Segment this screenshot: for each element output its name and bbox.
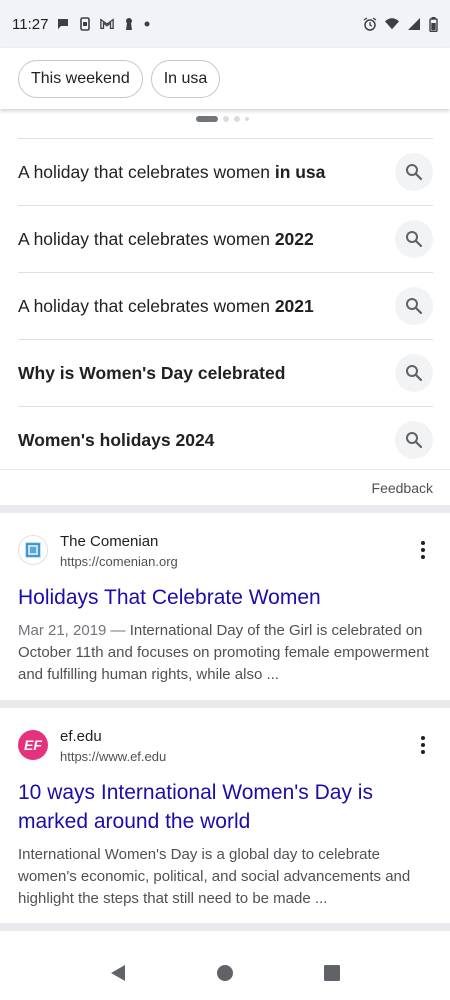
site-favicon — [18, 535, 48, 565]
back-icon[interactable] — [109, 964, 127, 982]
home-icon[interactable] — [216, 964, 234, 982]
related-search-bold: Why is Women's Day celebrated — [18, 362, 286, 383]
result-title-link[interactable]: Holidays That Celebrate Women — [18, 583, 433, 612]
result-title-link[interactable]: 10 ways International Women's Day is mar… — [18, 778, 433, 836]
page-dot — [245, 117, 249, 121]
feedback-link[interactable]: Feedback — [372, 480, 433, 496]
result-snippet: Mar 21, 2019 — International Day of the … — [18, 620, 433, 686]
result-site-row[interactable]: EF ef.edu https://www.ef.edu — [18, 727, 433, 766]
related-search-normal: A holiday that celebrates women — [18, 295, 275, 316]
page-dot-active — [196, 116, 218, 122]
related-searches: A holiday that celebrates women in usa A… — [18, 138, 433, 473]
search-result: The Comenian https://comenian.org Holida… — [18, 532, 433, 686]
refinement-chips-bar: This weekend In usa — [0, 48, 450, 109]
phone-file-icon — [80, 17, 91, 31]
related-search-bold: 2021 — [274, 295, 314, 316]
site-name: The Comenian — [60, 533, 159, 550]
carousel-page-indicator — [196, 116, 249, 122]
status-left: 11:27 — [12, 16, 150, 33]
dot-icon — [144, 21, 150, 27]
keyhole-icon — [126, 18, 133, 30]
related-search-text: Women's holidays 2024 — [18, 430, 214, 451]
gmail-icon — [100, 18, 115, 30]
alarm-icon — [363, 17, 377, 31]
section-divider — [0, 700, 450, 708]
search-icon[interactable] — [395, 220, 433, 258]
related-search-item[interactable]: A holiday that celebrates women 2022 — [18, 205, 433, 272]
status-time: 11:27 — [12, 15, 49, 33]
wifi-icon — [385, 18, 399, 30]
related-search-bold: Women's holidays 2024 — [18, 429, 215, 450]
ef-logo-text: EF — [24, 737, 42, 753]
chip-in-usa[interactable]: In usa — [150, 59, 221, 98]
search-icon[interactable] — [395, 421, 433, 459]
status-bar: 11:27 — [0, 0, 450, 48]
related-search-bold: in usa — [274, 161, 326, 182]
section-divider — [0, 505, 450, 513]
related-search-text: Why is Women's Day celebrated — [18, 363, 285, 384]
related-search-normal: A holiday that celebrates women — [18, 161, 275, 182]
site-name: ef.edu — [60, 728, 102, 745]
related-search-text: A holiday that celebrates women 2021 — [18, 296, 314, 317]
related-search-bold: 2022 — [274, 228, 314, 249]
signal-icon — [408, 18, 420, 30]
comenian-logo-icon — [25, 542, 41, 558]
search-icon[interactable] — [395, 287, 433, 325]
battery-icon — [429, 16, 438, 32]
system-navigation-bar — [0, 945, 450, 1000]
chat-bubble-icon — [58, 19, 69, 29]
related-search-text: A holiday that celebrates women in usa — [18, 162, 325, 183]
site-url: https://comenian.org — [60, 554, 178, 569]
site-favicon: EF — [18, 730, 48, 760]
related-search-item[interactable]: A holiday that celebrates women 2021 — [18, 272, 433, 339]
section-divider — [0, 923, 450, 931]
search-icon[interactable] — [395, 354, 433, 392]
result-site-row[interactable]: The Comenian https://comenian.org — [18, 532, 433, 571]
site-url: https://www.ef.edu — [60, 749, 167, 764]
result-date: Mar 21, 2019 — — [18, 622, 126, 639]
related-search-item[interactable]: Women's holidays 2024 — [18, 406, 433, 473]
chip-this-weekend[interactable]: This weekend — [18, 59, 143, 98]
result-snippet: International Women's Day is a global da… — [18, 846, 411, 907]
page-dot — [223, 116, 229, 122]
status-right — [363, 16, 438, 32]
more-options-icon[interactable] — [413, 536, 433, 564]
feedback-row: Feedback — [0, 469, 450, 505]
recents-icon[interactable] — [323, 964, 341, 982]
related-search-item[interactable]: A holiday that celebrates women in usa — [18, 138, 433, 205]
site-info: The Comenian https://comenian.org — [60, 532, 413, 571]
page-dot — [234, 116, 240, 122]
search-result: EF ef.edu https://www.ef.edu 10 ways Int… — [18, 727, 433, 910]
site-info: ef.edu https://www.ef.edu — [60, 727, 413, 766]
related-search-text: A holiday that celebrates women 2022 — [18, 229, 314, 250]
search-icon[interactable] — [395, 153, 433, 191]
related-search-item[interactable]: Why is Women's Day celebrated — [18, 339, 433, 406]
related-search-normal: A holiday that celebrates women — [18, 228, 275, 249]
more-options-icon[interactable] — [413, 731, 433, 759]
